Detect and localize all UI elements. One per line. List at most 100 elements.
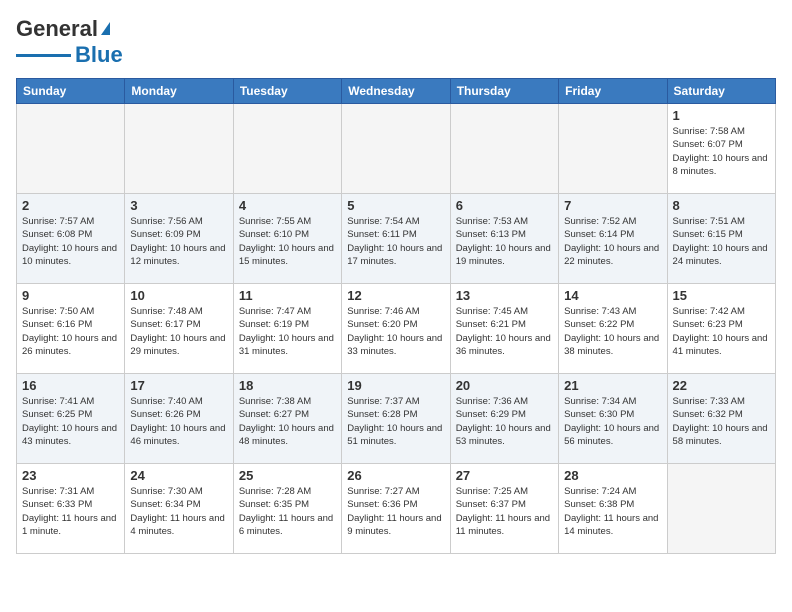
day-info: Sunrise: 7:27 AMSunset: 6:36 PMDaylight:… (347, 485, 444, 538)
day-number: 24 (130, 468, 227, 483)
day-info: Sunrise: 7:48 AMSunset: 6:17 PMDaylight:… (130, 305, 227, 358)
day-info: Sunrise: 7:40 AMSunset: 6:26 PMDaylight:… (130, 395, 227, 448)
calendar-cell: 21 Sunrise: 7:34 AMSunset: 6:30 PMDayligh… (559, 374, 667, 464)
day-number: 14 (564, 288, 661, 303)
calendar-cell: 1 Sunrise: 7:58 AMSunset: 6:07 PMDaylight… (667, 104, 775, 194)
calendar-cell: 28 Sunrise: 7:24 AMSunset: 6:38 PMDayligh… (559, 464, 667, 554)
calendar-cell: 23 Sunrise: 7:31 AMSunset: 6:33 PMDayligh… (17, 464, 125, 554)
weekday-header: Tuesday (233, 79, 341, 104)
day-number: 22 (673, 378, 770, 393)
calendar-cell: 27Sunrise: 7:25 AMSunset: 6:37 PMDayligh… (450, 464, 558, 554)
day-info: Sunrise: 7:50 AMSunset: 6:16 PMDaylight:… (22, 305, 119, 358)
day-info: Sunrise: 7:58 AMSunset: 6:07 PMDaylight:… (673, 125, 770, 178)
day-info: Sunrise: 7:42 AMSunset: 6:23 PMDaylight:… (673, 305, 770, 358)
day-info: Sunrise: 7:46 AMSunset: 6:20 PMDaylight:… (347, 305, 444, 358)
calendar-cell: 7 Sunrise: 7:52 AMSunset: 6:14 PMDaylight… (559, 194, 667, 284)
day-info: Sunrise: 7:55 AMSunset: 6:10 PMDaylight:… (239, 215, 336, 268)
day-number: 12 (347, 288, 444, 303)
day-number: 15 (673, 288, 770, 303)
calendar-cell: 5 Sunrise: 7:54 AMSunset: 6:11 PMDaylight… (342, 194, 450, 284)
calendar-cell (559, 104, 667, 194)
day-number: 9 (22, 288, 119, 303)
day-info: Sunrise: 7:31 AMSunset: 6:33 PMDaylight:… (22, 485, 119, 538)
weekday-header: Saturday (667, 79, 775, 104)
day-info: Sunrise: 7:56 AMSunset: 6:09 PMDaylight:… (130, 215, 227, 268)
day-number: 8 (673, 198, 770, 213)
day-number: 10 (130, 288, 227, 303)
day-number: 19 (347, 378, 444, 393)
day-number: 5 (347, 198, 444, 213)
weekday-header: Sunday (17, 79, 125, 104)
day-info: Sunrise: 7:34 AMSunset: 6:30 PMDaylight:… (564, 395, 661, 448)
day-info: Sunrise: 7:33 AMSunset: 6:32 PMDaylight:… (673, 395, 770, 448)
calendar-cell: 22 Sunrise: 7:33 AMSunset: 6:32 PMDayligh… (667, 374, 775, 464)
calendar-cell (17, 104, 125, 194)
day-number: 11 (239, 288, 336, 303)
day-number: 6 (456, 198, 553, 213)
calendar-cell: 25Sunrise: 7:28 AMSunset: 6:35 PMDayligh… (233, 464, 341, 554)
day-number: 13 (456, 288, 553, 303)
calendar-cell: 20 Sunrise: 7:36 AMSunset: 6:29 PMDayligh… (450, 374, 558, 464)
day-info: Sunrise: 7:36 AMSunset: 6:29 PMDaylight:… (456, 395, 553, 448)
calendar-cell: 3 Sunrise: 7:56 AMSunset: 6:09 PMDaylight… (125, 194, 233, 284)
day-info: Sunrise: 7:54 AMSunset: 6:11 PMDaylight:… (347, 215, 444, 268)
weekday-header: Monday (125, 79, 233, 104)
calendar-cell: 24 Sunrise: 7:30 AMSunset: 6:34 PMDayligh… (125, 464, 233, 554)
day-number: 20 (456, 378, 553, 393)
day-number: 2 (22, 198, 119, 213)
day-number: 7 (564, 198, 661, 213)
calendar-cell (667, 464, 775, 554)
calendar-cell: 6 Sunrise: 7:53 AMSunset: 6:13 PMDaylight… (450, 194, 558, 284)
day-number: 4 (239, 198, 336, 213)
day-info: Sunrise: 7:41 AMSunset: 6:25 PMDaylight:… (22, 395, 119, 448)
day-info: Sunrise: 7:38 AMSunset: 6:27 PMDaylight:… (239, 395, 336, 448)
day-info: Sunrise: 7:24 AMSunset: 6:38 PMDaylight:… (564, 485, 661, 538)
day-info: Sunrise: 7:57 AMSunset: 6:08 PMDaylight:… (22, 215, 119, 268)
day-number: 16 (22, 378, 119, 393)
day-info: Sunrise: 7:47 AMSunset: 6:19 PMDaylight:… (239, 305, 336, 358)
day-number: 17 (130, 378, 227, 393)
calendar-cell: 16 Sunrise: 7:41 AMSunset: 6:25 PMDayligh… (17, 374, 125, 464)
calendar-cell: 13 Sunrise: 7:45 AMSunset: 6:21 PMDayligh… (450, 284, 558, 374)
calendar-cell: 19Sunrise: 7:37 AMSunset: 6:28 PMDayligh… (342, 374, 450, 464)
day-info: Sunrise: 7:45 AMSunset: 6:21 PMDaylight:… (456, 305, 553, 358)
calendar-cell: 15 Sunrise: 7:42 AMSunset: 6:23 PMDayligh… (667, 284, 775, 374)
day-info: Sunrise: 7:52 AMSunset: 6:14 PMDaylight:… (564, 215, 661, 268)
day-info: Sunrise: 7:30 AMSunset: 6:34 PMDaylight:… (130, 485, 227, 538)
day-number: 1 (673, 108, 770, 123)
calendar-cell: 26 Sunrise: 7:27 AMSunset: 6:36 PMDayligh… (342, 464, 450, 554)
day-number: 21 (564, 378, 661, 393)
calendar-cell: 11 Sunrise: 7:47 AMSunset: 6:19 PMDayligh… (233, 284, 341, 374)
calendar-cell (342, 104, 450, 194)
calendar-cell (450, 104, 558, 194)
calendar-cell (125, 104, 233, 194)
day-number: 27 (456, 468, 553, 483)
calendar-cell: 9 Sunrise: 7:50 AMSunset: 6:16 PMDaylight… (17, 284, 125, 374)
logo-general: General (16, 16, 98, 42)
day-info: Sunrise: 7:51 AMSunset: 6:15 PMDaylight:… (673, 215, 770, 268)
day-info: Sunrise: 7:53 AMSunset: 6:13 PMDaylight:… (456, 215, 553, 268)
calendar-cell: 10 Sunrise: 7:48 AMSunset: 6:17 PMDayligh… (125, 284, 233, 374)
weekday-header: Wednesday (342, 79, 450, 104)
calendar-cell: 12 Sunrise: 7:46 AMSunset: 6:20 PMDayligh… (342, 284, 450, 374)
calendar-cell: 4 Sunrise: 7:55 AMSunset: 6:10 PMDaylight… (233, 194, 341, 284)
day-number: 28 (564, 468, 661, 483)
calendar-cell (233, 104, 341, 194)
calendar-cell: 17 Sunrise: 7:40 AMSunset: 6:26 PMDayligh… (125, 374, 233, 464)
day-info: Sunrise: 7:43 AMSunset: 6:22 PMDaylight:… (564, 305, 661, 358)
calendar-cell: 8 Sunrise: 7:51 AMSunset: 6:15 PMDaylight… (667, 194, 775, 284)
calendar-cell: 14 Sunrise: 7:43 AMSunset: 6:22 PMDayligh… (559, 284, 667, 374)
calendar-cell: 18 Sunrise: 7:38 AMSunset: 6:27 PMDayligh… (233, 374, 341, 464)
logo-blue: Blue (75, 42, 123, 68)
logo-underline (16, 54, 71, 57)
day-number: 26 (347, 468, 444, 483)
day-number: 3 (130, 198, 227, 213)
calendar-table: SundayMondayTuesdayWednesdayThursdayFrid… (16, 78, 776, 554)
day-number: 18 (239, 378, 336, 393)
logo-triangle-icon (101, 22, 110, 35)
weekday-header: Thursday (450, 79, 558, 104)
calendar-cell: 2 Sunrise: 7:57 AMSunset: 6:08 PMDaylight… (17, 194, 125, 284)
day-number: 25 (239, 468, 336, 483)
day-number: 23 (22, 468, 119, 483)
page-header: General Blue (16, 16, 776, 68)
